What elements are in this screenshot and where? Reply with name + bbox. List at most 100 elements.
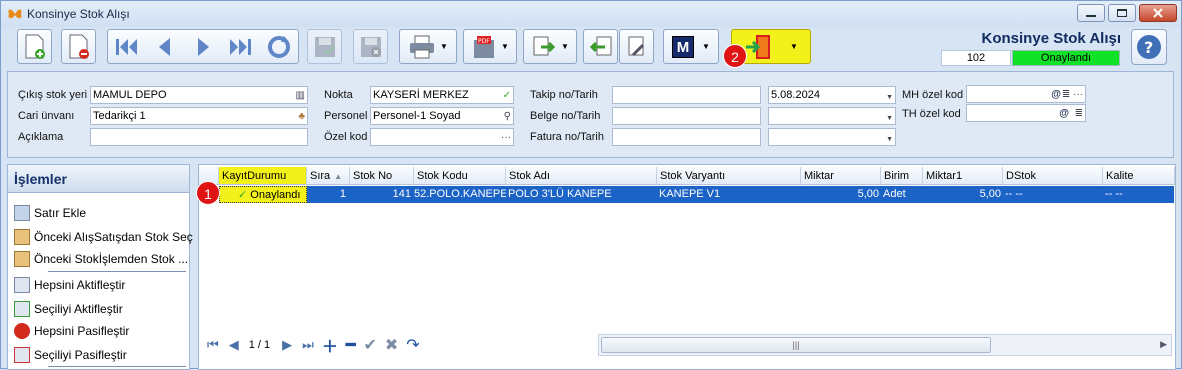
belge-no-field[interactable] <box>612 107 761 125</box>
scrollbar-thumb[interactable]: ||| <box>601 337 991 353</box>
satir-ekle-item[interactable]: Satır Ekle <box>14 205 86 221</box>
page-title: Konsinye Stok Alışı <box>981 30 1121 47</box>
fatura-no-field[interactable] <box>612 128 761 146</box>
onceki-stokislem-item[interactable]: Önceki Stokİşlemden Stok ... <box>14 251 188 267</box>
column-header-stok-no[interactable]: Stok No <box>350 167 414 185</box>
print-button[interactable]: ▼ <box>399 29 457 64</box>
close-button[interactable] <box>1139 4 1177 22</box>
confirm-icon[interactable]: ✔ <box>363 335 376 355</box>
tools-button[interactable] <box>619 29 654 64</box>
next-icon[interactable]: ▶ <box>282 337 292 353</box>
personel-label: Personel <box>324 110 368 122</box>
personel-field[interactable]: Personel-1 Soyad ⚲ <box>370 107 514 125</box>
next-record-button[interactable] <box>185 29 220 64</box>
chevron-down-icon: ▼ <box>440 42 448 51</box>
ellipsis-icon[interactable]: ··· <box>501 130 511 145</box>
prev-record-button[interactable] <box>147 29 182 64</box>
seciliyi-aktiflestir-item[interactable]: Seçiliyi Aktifleştir <box>14 301 123 317</box>
at-icon[interactable]: @ <box>1051 87 1061 102</box>
add-icon[interactable]: ＋ <box>322 333 338 357</box>
cari-unvani-value: Tedarikçi 1 <box>93 110 146 122</box>
hepsini-aktiflestir-label: Hepsini Aktifleştir <box>34 278 126 292</box>
nokta-field[interactable]: KAYSERİ MERKEZ ✓ <box>370 86 514 104</box>
chevron-down-icon[interactable]: ▼ <box>886 90 893 103</box>
column-header-miktar1[interactable]: Miktar1 <box>923 167 1003 185</box>
last-record-button[interactable] <box>222 29 257 64</box>
prev-icon[interactable]: ◀ <box>229 337 239 353</box>
scroll-right-icon[interactable]: ▶ <box>1160 339 1167 350</box>
ozel-kod-field[interactable]: ··· <box>370 128 514 146</box>
cancel-save-button[interactable] <box>353 29 388 64</box>
import-button[interactable] <box>583 29 618 64</box>
maximize-button[interactable] <box>1108 4 1136 22</box>
import-icon <box>589 36 611 55</box>
list-icon[interactable]: ≣ ··· <box>1062 87 1083 102</box>
cari-unvani-label: Cari ünvanı <box>18 110 75 122</box>
refresh-icon <box>267 35 290 58</box>
column-header-kayitdurumu[interactable]: KayıtDurumu <box>219 167 307 185</box>
nokta-value: KAYSERİ MERKEZ <box>373 89 469 101</box>
window-title: Konsinye Stok Alışı <box>27 7 130 21</box>
chevron-down-icon[interactable]: ▼ <box>886 132 893 145</box>
at-icon[interactable]: @ <box>1059 106 1069 121</box>
th-ozel-kod-field[interactable]: @ ≣ <box>966 104 1086 122</box>
cell-stok-kodu: 52.POLO.KANEPE <box>414 188 506 200</box>
column-header-birim[interactable]: Birim <box>881 167 923 185</box>
seciliyi-pasiflestir-item[interactable]: Seçiliyi Pasifleştir <box>14 347 127 363</box>
delete-button[interactable] <box>61 29 96 64</box>
cari-unvani-field[interactable]: Tedarikçi 1 ♣ <box>90 107 308 125</box>
column-header-stok-adi[interactable]: Stok Adı <box>506 167 657 185</box>
column-header-miktar[interactable]: Miktar <box>801 167 881 185</box>
check-icon[interactable]: ✓ <box>503 88 511 103</box>
help-button[interactable]: ? <box>1131 29 1167 65</box>
seciliyi-pasiflestir-label: Seçiliyi Pasifleştir <box>34 348 127 362</box>
ozel-kod-label: Özel kod <box>324 131 368 143</box>
onceki-alissatis-item[interactable]: Önceki AlışSatışdan Stok Seç <box>14 229 193 245</box>
export-button[interactable]: ▼ <box>523 29 577 64</box>
new-button[interactable] <box>17 29 52 64</box>
column-header-kalite[interactable]: Kalite <box>1103 167 1175 185</box>
refresh-button[interactable] <box>261 29 296 64</box>
pdf-icon: PDF <box>474 35 495 58</box>
chevron-down-icon[interactable]: ▼ <box>886 111 893 124</box>
hepsini-aktiflestir-item[interactable]: Hepsini Aktifleştir <box>14 277 125 293</box>
stock-grid: KayıtDurumu Sıra ▲ Stok No Stok Kodu Stok… <box>198 164 1176 370</box>
fatura-date-field[interactable]: ▼ <box>768 128 896 146</box>
hepsini-pasiflestir-item[interactable]: Hepsini Pasifleştir <box>14 323 129 339</box>
takip-no-field[interactable] <box>612 86 761 104</box>
horizontal-scrollbar[interactable]: ||| ▶ <box>598 334 1172 356</box>
aciklama-field[interactable] <box>90 128 308 146</box>
table-row[interactable]: ✓ Onaylandı 1 141 52.POLO.KANEPE POLO 3'… <box>219 186 1174 203</box>
first-icon[interactable]: ⏮ <box>207 337 219 353</box>
column-header-sira[interactable]: Sıra ▲ <box>307 167 350 185</box>
search-icon[interactable]: ⚲ <box>504 109 511 124</box>
save-icon <box>314 36 335 57</box>
cikis-stok-yeri-field[interactable]: MAMUL DEPO ▥ <box>90 86 308 104</box>
save-button[interactable] <box>307 29 342 64</box>
column-header-dstok[interactable]: DStok <box>1003 167 1103 185</box>
barcode-icon[interactable]: ▥ <box>296 88 305 103</box>
page-indicator: 1 / 1 <box>248 339 271 351</box>
document-copy-icon <box>14 229 30 245</box>
cell-sira: 1 <box>339 188 346 200</box>
separator <box>48 366 186 367</box>
cancel-icon[interactable]: ✖ <box>385 335 398 355</box>
people-icon[interactable]: ♣ <box>298 109 305 124</box>
personel-value: Personel-1 Soyad <box>373 110 461 122</box>
hepsini-pasiflestir-label: Hepsini Pasifleştir <box>34 324 130 338</box>
takip-date-field[interactable]: 5.08.2024 ▼ <box>768 86 896 104</box>
undo-icon[interactable]: ↷ <box>406 335 419 355</box>
last-icon[interactable]: ⏭ <box>302 337 314 353</box>
column-header-stok-varyanti[interactable]: Stok Varyantı <box>657 167 801 185</box>
list-icon[interactable]: ≣ <box>1075 106 1083 121</box>
minimize-button[interactable] <box>1077 4 1105 22</box>
mh-ozel-kod-field[interactable]: @ ≣ ··· <box>966 85 1086 103</box>
pdf-button[interactable]: PDF ▼ <box>463 29 517 64</box>
column-header-stok-kodu[interactable]: Stok Kodu <box>414 167 506 185</box>
svg-text:?: ? <box>1144 38 1153 57</box>
cell-kalite: -- -- <box>1105 188 1123 200</box>
remove-icon[interactable]: ━ <box>346 335 356 355</box>
belge-date-field[interactable]: ▼ <box>768 107 896 125</box>
first-record-button[interactable] <box>109 29 144 64</box>
m-button[interactable]: M ▼ <box>663 29 719 64</box>
